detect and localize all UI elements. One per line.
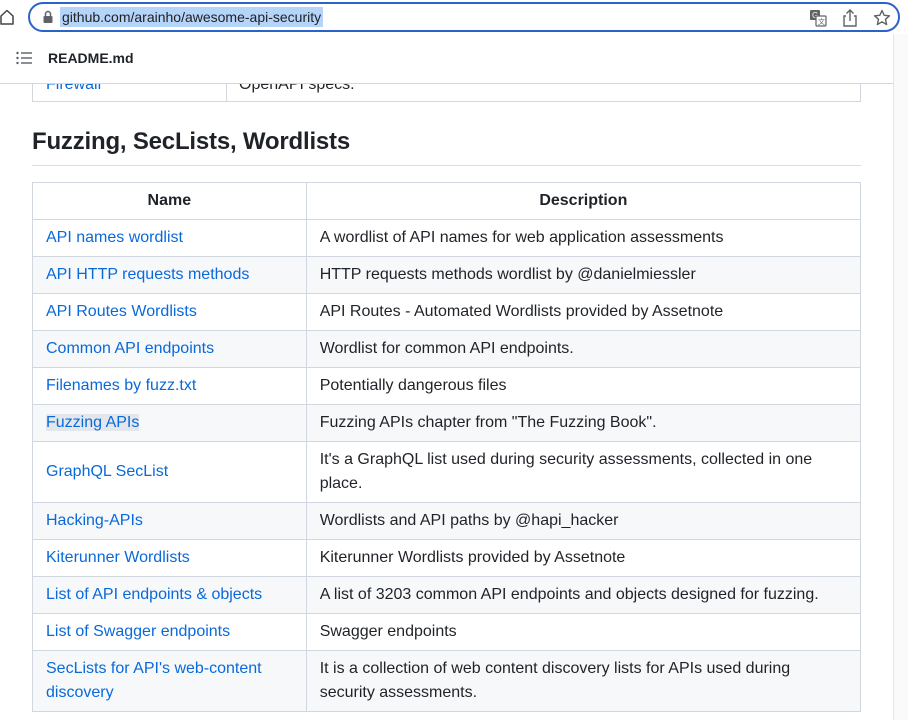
table-cell-name: SecLists for API's web-content discovery bbox=[32, 650, 307, 712]
table-cell-name: API HTTP requests methods bbox=[32, 256, 307, 294]
table-cell-description: Wordlist for common API endpoints. bbox=[305, 330, 862, 368]
star-icon[interactable] bbox=[872, 8, 892, 28]
table-cell-description: A wordlist of API names for web applicat… bbox=[305, 219, 862, 257]
table-cell-description: Wordlists and API paths by @hapi_hacker bbox=[305, 502, 862, 540]
table-cell-description: Fuzzing APIs chapter from "The Fuzzing B… bbox=[305, 404, 862, 442]
row-name-link[interactable]: List of Swagger endpoints bbox=[46, 623, 230, 640]
readme-header: README.md bbox=[0, 34, 893, 84]
table-cell-description: Swagger endpoints bbox=[305, 613, 862, 651]
table-cell-name: GraphQL SecList bbox=[32, 441, 307, 503]
scrollbar-track[interactable] bbox=[893, 34, 908, 720]
readme-title: README.md bbox=[48, 50, 134, 66]
table-row: API HTTP requests methods HTTP requests … bbox=[32, 256, 862, 294]
row-name-link[interactable]: SecLists for API's web-content discovery bbox=[46, 660, 262, 701]
table-row: Filenames by fuzz.txt Potentially danger… bbox=[32, 367, 862, 405]
table-cell-name: Filenames by fuzz.txt bbox=[32, 367, 307, 405]
address-bar[interactable]: github.com/arainho/awesome-api-security … bbox=[28, 2, 900, 32]
share-icon[interactable] bbox=[840, 8, 860, 28]
table-cell-description: It's a GraphQL list used during security… bbox=[305, 441, 862, 503]
list-icon[interactable] bbox=[16, 51, 32, 65]
table-cell-description: Potentially dangerous files bbox=[305, 367, 862, 405]
url-text[interactable]: github.com/arainho/awesome-api-security bbox=[60, 7, 324, 27]
table-header-row: Name Description bbox=[32, 182, 862, 220]
table-cell-name: Fuzzing APIs bbox=[32, 404, 307, 442]
table-cell-name: List of API endpoints & objects bbox=[32, 576, 307, 614]
table-row: List of Swagger endpoints Swagger endpoi… bbox=[32, 613, 862, 651]
table-row: API Routes Wordlists API Routes - Automa… bbox=[32, 293, 862, 331]
lock-icon[interactable] bbox=[42, 10, 54, 24]
table-cell-name: API Routes Wordlists bbox=[32, 293, 307, 331]
row-name-link[interactable]: GraphQL SecList bbox=[46, 463, 168, 480]
table-cell-description: HTTP requests methods wordlist by @danie… bbox=[305, 256, 862, 294]
row-name-link[interactable]: Fuzzing APIs bbox=[46, 414, 140, 431]
home-icon[interactable] bbox=[0, 9, 14, 25]
svg-text:文: 文 bbox=[818, 17, 825, 26]
table-cell-name: Kiterunner Wordlists bbox=[32, 539, 307, 577]
table-cell-name: Common API endpoints bbox=[32, 330, 307, 368]
table-row: List of API endpoints & objects A list o… bbox=[32, 576, 862, 614]
table-cell-description: It is a collection of web content discov… bbox=[305, 650, 862, 712]
column-header-name: Name bbox=[32, 182, 307, 220]
row-name-link[interactable]: Hacking-APIs bbox=[46, 512, 143, 529]
browser-toolbar: github.com/arainho/awesome-api-security … bbox=[0, 0, 908, 34]
table-cell-name: Hacking-APIs bbox=[32, 502, 307, 540]
table-cell-name: List of Swagger endpoints bbox=[32, 613, 307, 651]
table-row: API names wordlist A wordlist of API nam… bbox=[32, 219, 862, 257]
table-cell-description: Kiterunner Wordlists provided by Assetno… bbox=[305, 539, 862, 577]
table-row: GraphQL SecList It's a GraphQL list used… bbox=[32, 441, 862, 503]
table-cell-description: A list of 3203 common API endpoints and … bbox=[305, 576, 862, 614]
table-row: Fuzzing APIs Fuzzing APIs chapter from "… bbox=[32, 404, 862, 442]
table-row: Common API endpoints Wordlist for common… bbox=[32, 330, 862, 368]
row-name-link[interactable]: List of API endpoints & objects bbox=[46, 586, 262, 603]
row-name-link[interactable]: API HTTP requests methods bbox=[46, 266, 249, 283]
table-row: Hacking-APIs Wordlists and API paths by … bbox=[32, 502, 862, 540]
table-row: Kiterunner Wordlists Kiterunner Wordlist… bbox=[32, 539, 862, 577]
translate-icon[interactable]: G文 bbox=[808, 8, 828, 28]
table-cell-description: API Routes - Automated Wordlists provide… bbox=[305, 293, 862, 331]
table-cell-name: API names wordlist bbox=[32, 219, 307, 257]
table-row: SecLists for API's web-content discovery… bbox=[32, 650, 862, 712]
row-name-link[interactable]: API Routes Wordlists bbox=[46, 303, 197, 320]
row-name-link[interactable]: Filenames by fuzz.txt bbox=[46, 377, 196, 394]
wordlists-table: Name Description API names wordlist A wo… bbox=[32, 182, 862, 712]
row-name-link[interactable]: Kiterunner Wordlists bbox=[46, 549, 190, 566]
address-bar-actions: G文 bbox=[808, 8, 892, 28]
column-header-description: Description bbox=[305, 182, 862, 220]
row-name-link[interactable]: API names wordlist bbox=[46, 229, 183, 246]
section-title: Fuzzing, SecLists, Wordlists bbox=[32, 128, 351, 155]
row-name-link[interactable]: Common API endpoints bbox=[46, 340, 214, 357]
section-divider bbox=[32, 165, 861, 166]
